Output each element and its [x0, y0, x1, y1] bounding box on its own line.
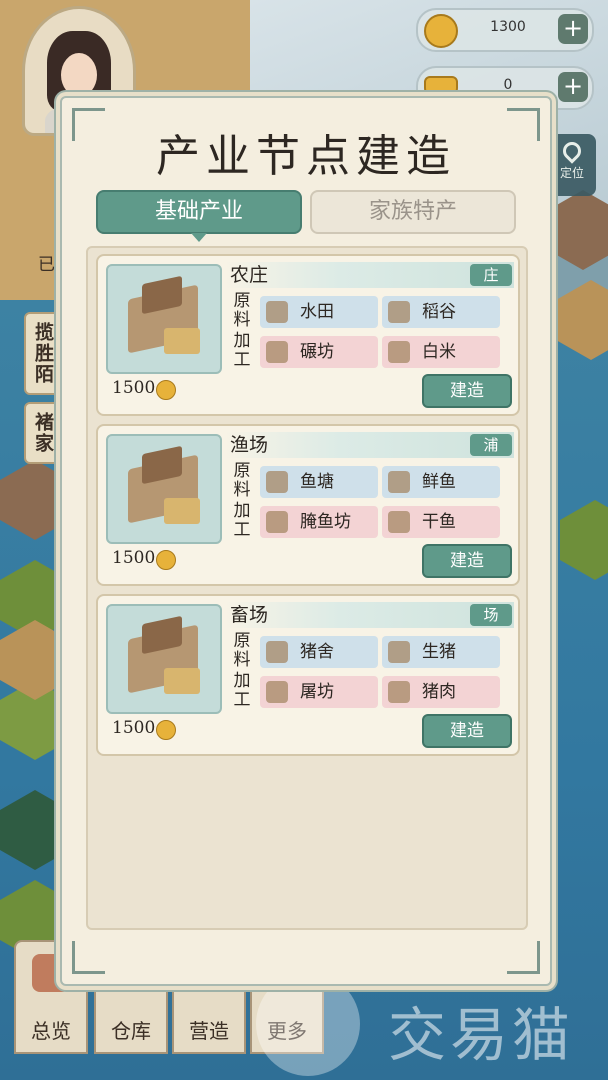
industry-card-farm: 农庄 庄 原料 加工 水田 稻谷 碾坊 白米 1500 建造 — [96, 254, 520, 416]
corner-ornament — [72, 941, 105, 974]
farm-thumbnail — [106, 264, 222, 374]
build-cost: 1500 — [112, 378, 156, 398]
chip-label: 鱼塘 — [300, 472, 334, 492]
tab-family-specialty[interactable]: 家族特产 — [310, 190, 516, 234]
tab-basic-industry[interactable]: 基础产业 — [96, 190, 302, 242]
corner-ornament — [507, 941, 540, 974]
chip-label: 稻谷 — [422, 302, 456, 322]
raw-label: 原料 — [233, 631, 251, 670]
process-product-chip: 干鱼 — [382, 506, 500, 538]
chip-label: 干鱼 — [422, 512, 456, 532]
side-tag-lansheng[interactable]: 揽胜陌 — [24, 312, 63, 395]
livestock-thumbnail — [106, 604, 222, 714]
coin-icon — [424, 14, 458, 48]
fishery-thumbnail — [106, 434, 222, 544]
raw-product-chip: 稻谷 — [382, 296, 500, 328]
process-label: 加工 — [233, 501, 251, 540]
fish-icon — [388, 471, 410, 493]
build-fishery-button[interactable]: 建造 — [422, 544, 512, 578]
chip-label: 猪舍 — [300, 642, 334, 662]
portrait-face — [61, 53, 97, 97]
industry-badge: 庄 — [470, 264, 512, 286]
location-pin-icon — [559, 138, 585, 164]
chip-label: 鲜鱼 — [422, 472, 456, 492]
rice-grain-icon — [388, 301, 410, 323]
industry-card-fishery: 渔场 浦 原料 加工 鱼塘 鲜鱼 腌鱼坊 干鱼 1500 建造 — [96, 424, 520, 586]
nav-overview-label: 总览 — [31, 1019, 71, 1043]
process-product-chip: 猪肉 — [382, 676, 500, 708]
dried-fish-icon — [388, 511, 410, 533]
process-product-chip: 白米 — [382, 336, 500, 368]
industry-badge: 场 — [470, 604, 512, 626]
raw-product-chip: 鲜鱼 — [382, 466, 500, 498]
mill-icon — [266, 341, 288, 363]
watermark-logo-icon — [256, 972, 360, 1076]
coin-value: 1300 — [490, 19, 526, 35]
pond-icon — [266, 471, 288, 493]
industry-build-dialog: 产业节点建造 基础产业 家族特产 农庄 庄 原料 加工 水田 稻谷 碾坊 白米 … — [60, 96, 552, 986]
pig-icon — [388, 641, 410, 663]
chip-label: 碾坊 — [300, 342, 334, 362]
partial-label: 已 — [38, 255, 55, 275]
ingot-value: 0 — [503, 77, 513, 93]
build-farm-button[interactable]: 建造 — [422, 374, 512, 408]
industry-badge: 浦 — [470, 434, 512, 456]
build-cost: 1500 — [112, 548, 156, 568]
locate-label: 定位 — [559, 166, 584, 180]
nav-warehouse-label: 仓库 — [111, 1019, 151, 1043]
curing-house-icon — [266, 511, 288, 533]
add-coins-button[interactable]: + — [558, 14, 588, 44]
butcher-icon — [266, 681, 288, 703]
raw-node-chip: 鱼塘 — [260, 466, 378, 498]
process-node-chip: 碾坊 — [260, 336, 378, 368]
coin-icon — [156, 550, 176, 570]
chip-label: 水田 — [300, 302, 334, 322]
dialog-title: 产业节点建造 — [156, 131, 456, 182]
coin-counter: 1300 + — [416, 8, 594, 52]
pigsty-icon — [266, 641, 288, 663]
coin-icon — [156, 380, 176, 400]
pork-icon — [388, 681, 410, 703]
raw-label: 原料 — [233, 291, 251, 330]
build-cost: 1500 — [112, 718, 156, 738]
nav-construct-label: 营造 — [189, 1019, 229, 1043]
paddy-icon — [266, 301, 288, 323]
raw-label: 原料 — [233, 461, 251, 500]
process-node-chip: 屠坊 — [260, 676, 378, 708]
raw-product-chip: 生猪 — [382, 636, 500, 668]
raw-node-chip: 水田 — [260, 296, 378, 328]
chip-label: 猪肉 — [422, 682, 456, 702]
coin-icon — [156, 720, 176, 740]
chip-label: 腌鱼坊 — [300, 512, 351, 532]
process-label: 加工 — [233, 671, 251, 710]
industry-list[interactable]: 农庄 庄 原料 加工 水田 稻谷 碾坊 白米 1500 建造 渔场 浦 原料 加… — [86, 246, 528, 930]
chip-label: 屠坊 — [300, 682, 334, 702]
chip-label: 白米 — [422, 342, 456, 362]
add-ingots-button[interactable]: + — [558, 72, 588, 102]
process-node-chip: 腌鱼坊 — [260, 506, 378, 538]
industry-card-livestock: 畜场 场 原料 加工 猪舍 生猪 屠坊 猪肉 1500 建造 — [96, 594, 520, 756]
process-label: 加工 — [233, 331, 251, 370]
watermark-text: 交易猫 — [388, 1001, 575, 1069]
side-tag-chujia[interactable]: 褚家 — [24, 402, 63, 464]
chip-label: 生猪 — [422, 642, 456, 662]
raw-node-chip: 猪舍 — [260, 636, 378, 668]
locate-button[interactable]: 定位 — [548, 134, 596, 196]
build-livestock-button[interactable]: 建造 — [422, 714, 512, 748]
rice-sack-icon — [388, 341, 410, 363]
